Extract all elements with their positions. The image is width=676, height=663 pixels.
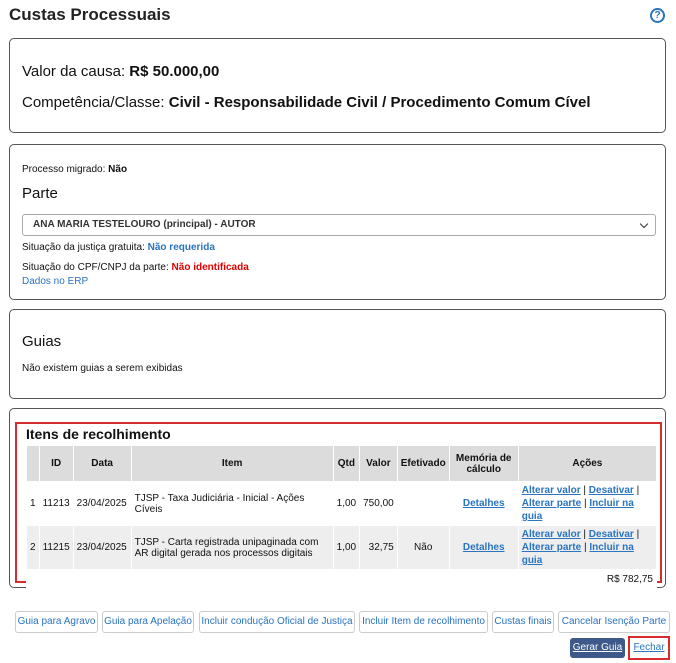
- competencia-row: Competência/Classe: Civil - Responsabili…: [22, 94, 591, 111]
- justica-label: Situação da justiça gratuita:: [22, 242, 145, 253]
- row-acoes: Alterar valor | Desativar | Alterar part…: [517, 525, 658, 570]
- page-title: Custas Processuais: [9, 5, 171, 24]
- row-item: TJSP - Carta registrada unipaginada com …: [130, 525, 334, 570]
- guias-heading: Guias: [22, 333, 62, 350]
- row-valor: 750,00: [359, 481, 398, 526]
- valor-causa-row: Valor da causa: R$ 50.000,00: [22, 63, 219, 80]
- row-efetivado: Não: [396, 525, 450, 570]
- cpf-value: Não identificada: [171, 262, 249, 273]
- col-valor: Valor: [359, 445, 398, 482]
- migrado-label: Processo migrado:: [22, 164, 106, 175]
- col-data: Data: [72, 445, 132, 482]
- row-index: 1: [26, 481, 40, 526]
- table-row: 1 11213 23/04/2025 TJSP - Taxa Judiciári…: [26, 481, 658, 526]
- incluir-oficial-button[interactable]: Incluir condução Oficial de Justiça: [199, 611, 355, 633]
- detalhes-link[interactable]: Detalhes: [463, 498, 505, 509]
- guias-card: Guias Não existem guias a serem exibidas: [9, 309, 666, 399]
- custas-finais-button[interactable]: Custas finais: [492, 611, 554, 633]
- row-id: 11213: [38, 481, 74, 526]
- total-value: R$ 782,75: [26, 569, 657, 589]
- row-data: 23/04/2025: [72, 525, 132, 570]
- itens-highlight: Itens de recolhimento ID Data Item Qtd V…: [15, 422, 662, 589]
- row-id: 11215: [38, 525, 74, 570]
- desativar-link[interactable]: Desativar: [589, 529, 634, 540]
- help-icon[interactable]: ?: [650, 8, 665, 23]
- itens-card: Itens de recolhimento ID Data Item Qtd V…: [9, 408, 666, 589]
- alterar-valor-link[interactable]: Alterar valor: [522, 529, 581, 540]
- row-qtd: 1,00: [332, 481, 361, 526]
- row-valor: 32,75: [359, 525, 398, 570]
- valor-causa-label: Valor da causa:: [22, 63, 126, 80]
- alterar-parte-link[interactable]: Alterar parte: [522, 498, 581, 509]
- valor-causa-value: R$ 50.000,00: [129, 63, 220, 80]
- row-acoes: Alterar valor | Desativar | Alterar part…: [517, 481, 658, 526]
- row-memoria: Detalhes: [448, 481, 519, 526]
- row-memoria: Detalhes: [448, 525, 519, 570]
- col-id: ID: [38, 445, 74, 482]
- fechar-button[interactable]: Fechar: [628, 636, 670, 660]
- chevron-down-icon: [639, 219, 649, 229]
- row-item: TJSP - Taxa Judiciária - Inicial - Ações…: [130, 481, 334, 526]
- detalhes-link[interactable]: Detalhes: [463, 542, 505, 553]
- migrado-value: Não: [108, 164, 128, 175]
- erp-link[interactable]: Dados no ERP: [22, 276, 88, 287]
- competencia-label: Competência/Classe:: [22, 94, 165, 111]
- guias-empty-message: Não existem guias a serem exibidas: [22, 363, 183, 374]
- cancelar-isencao-button[interactable]: Cancelar Isenção Parte: [558, 611, 670, 633]
- table-row: 2 11215 23/04/2025 TJSP - Carta registra…: [26, 525, 658, 570]
- justica-gratuita: Situação da justiça gratuita: Não requer…: [22, 242, 215, 253]
- parte-card: Processo migrado: Não Parte ANA MARIA TE…: [9, 144, 666, 300]
- competencia-value: Civil - Responsabilidade Civil / Procedi…: [168, 94, 591, 111]
- row-efetivado: [396, 481, 450, 526]
- col-acoes: Ações: [517, 445, 658, 482]
- gerar-guia-button[interactable]: Gerar Guia: [570, 638, 625, 658]
- parte-heading: Parte: [22, 185, 58, 202]
- cpf-situacao: Situação do CPF/CNPJ da parte: Não ident…: [22, 262, 249, 273]
- col-index: [26, 445, 40, 482]
- alterar-valor-link[interactable]: Alterar valor: [522, 485, 581, 496]
- col-memoria: Memória de cálculo: [448, 445, 519, 482]
- desativar-link[interactable]: Desativar: [589, 485, 634, 496]
- custas-page: Custas Processuais ? Valor da causa: R$ …: [0, 0, 676, 663]
- justica-value: Não requerida: [147, 242, 215, 253]
- itens-heading: Itens de recolhimento: [26, 426, 171, 442]
- guia-agravo-button[interactable]: Guia para Agravo: [15, 611, 98, 633]
- col-item: Item: [130, 445, 334, 482]
- processo-migrado: Processo migrado: Não: [22, 164, 127, 175]
- itens-table: ID Data Item Qtd Valor Efetivado Memória…: [26, 445, 658, 589]
- row-index: 2: [26, 525, 40, 570]
- table-total-row: R$ 782,75: [26, 569, 657, 589]
- cpf-label: Situação do CPF/CNPJ da parte:: [22, 262, 169, 273]
- parte-select-value: ANA MARIA TESTELOURO (principal) - AUTOR: [33, 219, 256, 230]
- incluir-item-button[interactable]: Incluir Item de recolhimento: [359, 611, 488, 633]
- row-qtd: 1,00: [332, 525, 361, 570]
- parte-select[interactable]: ANA MARIA TESTELOURO (principal) - AUTOR: [22, 214, 656, 236]
- col-qtd: Qtd: [332, 445, 361, 482]
- row-data: 23/04/2025: [72, 481, 132, 526]
- guia-apelacao-button[interactable]: Guia para Apelação: [102, 611, 194, 633]
- table-header-row: ID Data Item Qtd Valor Efetivado Memória…: [26, 445, 658, 482]
- causa-card: Valor da causa: R$ 50.000,00 Competência…: [9, 38, 666, 133]
- col-efetivado: Efetivado: [396, 445, 450, 482]
- alterar-parte-link[interactable]: Alterar parte: [522, 542, 581, 553]
